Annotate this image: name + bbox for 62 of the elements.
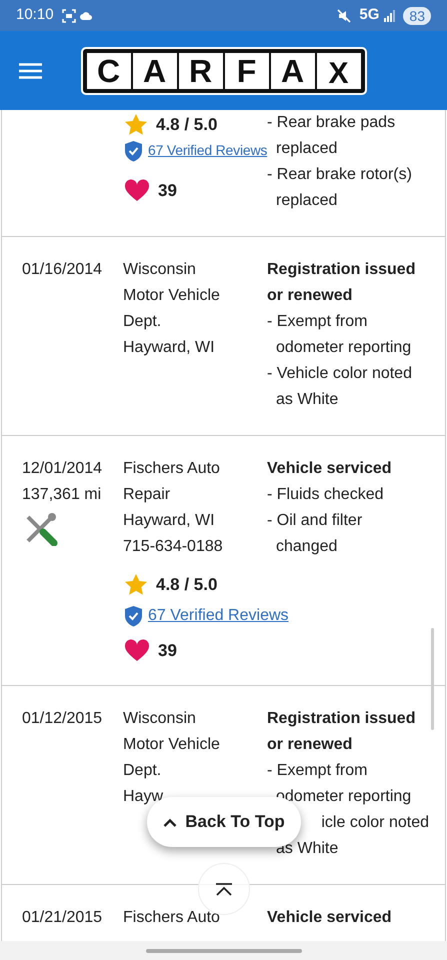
provider-line: Fischers Auto [123, 459, 220, 479]
detail-line: - Rear brake rotor(s) [267, 165, 413, 185]
service-date: 01/16/2014 [22, 260, 102, 280]
provider-line: Repair [123, 485, 170, 505]
detail-line: changed [275, 537, 338, 557]
provider-line: 715-634-0188 [123, 537, 223, 557]
detail-line: replaced [275, 191, 338, 211]
logo-letter: R [178, 52, 222, 88]
logo-letter: C [86, 52, 130, 88]
battery-indicator: 83 [403, 6, 431, 24]
star-icon [124, 572, 148, 597]
detail-line: replaced [275, 139, 338, 159]
logo-letter: A [270, 52, 314, 88]
record-title: Vehicle serviced [267, 459, 393, 479]
provider-line: Dept. [123, 312, 162, 332]
verified-shield-icon [124, 140, 143, 162]
detail-line: - Vehicle color noted [267, 364, 413, 384]
provider-line: Dept. [123, 761, 162, 781]
network-label: 5G [359, 5, 380, 26]
chevron-up-icon [163, 818, 178, 826]
detail-line: as White [275, 390, 340, 410]
detail-line: - Oil and filter [267, 511, 364, 531]
record-title: Registration issued or renewed [267, 260, 416, 306]
logo-letter: X [316, 52, 360, 88]
mute-icon [337, 8, 352, 22]
provider-line: Wisconsin [123, 260, 196, 280]
service-date: 01/12/2015 [22, 709, 102, 729]
status-time: 10:10 [16, 5, 54, 26]
screenshot-icon [62, 8, 76, 22]
detail-line: odometer reporting [275, 338, 412, 358]
scroll-top-icon [215, 882, 233, 896]
likes-count: 39 [158, 640, 177, 662]
logo-letter: F [224, 52, 268, 88]
star-icon [124, 112, 148, 137]
service-date: 01/21/2015 [22, 908, 102, 928]
heart-icon [124, 638, 150, 662]
logo-letter: A [132, 52, 176, 88]
menu-icon[interactable] [19, 63, 42, 79]
provider-line: Motor Vehicle [123, 286, 220, 306]
rating-score: 4.8 / 5.0 [156, 114, 218, 136]
detail-line: - Fluids checked [267, 485, 384, 505]
mileage: 137,361 mi [22, 485, 102, 505]
provider-line: Wisconsin [123, 709, 196, 729]
rating-score: 4.8 / 5.0 [156, 574, 218, 596]
provider-line: Fischers Auto [123, 908, 220, 928]
detail-line: - Rear brake pads [267, 113, 396, 133]
detail-line: - Exempt from [267, 312, 368, 332]
signal-icon [383, 10, 396, 22]
cloud-icon [80, 12, 92, 20]
provider-line: Hayward, WI [123, 338, 215, 358]
verified-shield-icon [124, 604, 143, 626]
service-date: 12/01/2014 [22, 459, 102, 479]
provider-line: Motor Vehicle [123, 735, 220, 755]
reviews-link[interactable]: 67 Verified Reviews [148, 604, 289, 628]
heart-icon [124, 178, 150, 202]
record-title: Registration issued or renewed [267, 709, 416, 755]
record-title: Vehicle serviced [267, 908, 393, 928]
detail-line: icle color noted [321, 813, 429, 833]
provider-line: Hayward, WI [123, 511, 215, 531]
detail-line: - Exempt from [267, 761, 368, 781]
reviews-link[interactable]: 67 Verified Reviews [148, 140, 268, 161]
likes-count: 39 [158, 180, 177, 202]
